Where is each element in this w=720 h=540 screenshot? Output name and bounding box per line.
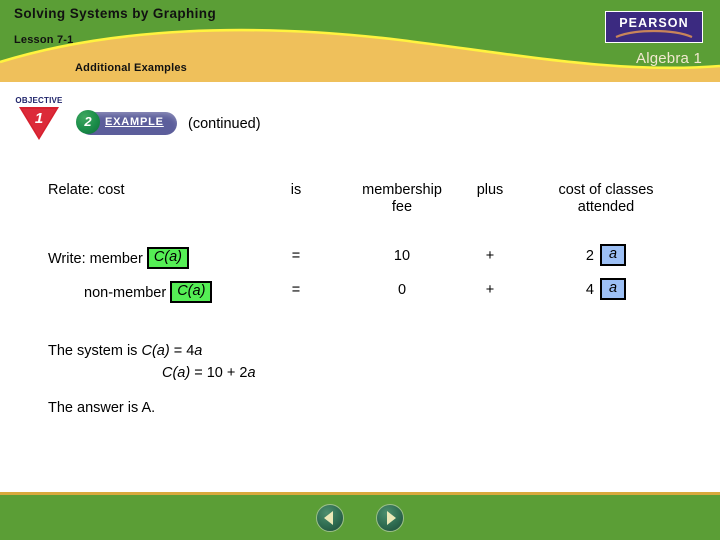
write-nonmember-variable-highlight: C(a) [170,281,213,303]
example-number-circle: 2 [76,110,100,134]
system-eq-2-rest: = 10 + 2 [190,365,248,382]
relate-membership-fee: membership fee [362,182,442,216]
system-eq-1-rest: = 4 [169,343,195,359]
example-label: EXAMPLE [105,116,164,128]
write-nonmember-equals: = [291,282,301,298]
write-member-fee-value: 10 [393,248,411,264]
relate-label: Relate: cost [48,182,125,198]
system-intro: The system is [48,343,142,359]
write-member-coefficient: 2 [585,247,594,264]
example-number: 2 [84,114,92,129]
write-member-label: Write: member C(a) [48,247,190,270]
triangle-right-icon [387,511,396,525]
write-member-operator: + [485,248,495,264]
system-equation-1: The system is C(a) = 4a [48,340,256,362]
system-eq-1-variable: a [194,343,203,359]
brand-subtitle: Algebra 1 [635,50,702,67]
lesson-number: Lesson 7-1 [14,34,74,46]
write-nonmember-fee-value: 0 [397,282,407,298]
section-subtitle: Additional Examples [75,62,187,74]
relate-plus: plus [476,182,504,198]
answer-statement: The answer is A. [48,400,156,416]
write-nonmember-operator: + [485,282,495,298]
system-summary: The system is C(a) = 4a C(a) = 10 + 2a [48,340,256,385]
write-nonmember-term: 4a [516,278,696,301]
page-title: Solving Systems by Graphing [14,6,217,21]
forward-button[interactable] [376,504,404,532]
system-eq-2-variable: a [247,365,256,382]
objective-badge: OBJECTIVE 1 [8,96,70,140]
slide-header: Solving Systems by Graphing Lesson 7-1 A… [0,0,720,82]
relate-cost-of-classes: cost of classes attended [558,182,654,216]
write-nonmember-row: non-member C(a) = 0 + 4a [0,278,720,322]
write-member-equals: = [291,248,301,264]
objective-number: 1 [34,110,44,127]
system-equation-2: C(a) = 10 + 2a [162,362,256,384]
pearson-wordmark: PEARSON [619,16,689,30]
system-eq-2-function: C(a) [162,365,191,382]
write-member-prefix: Write: member [48,250,143,267]
write-nonmember-coef-variable-highlight: a [600,278,627,300]
slide-content: Relate: cost is membership fee plus cost … [0,160,720,490]
write-member-term: 2a [516,244,696,267]
write-member-coef-variable-highlight: a [600,244,627,266]
triangle-left-icon [324,511,333,525]
write-member-variable-highlight: C(a) [146,247,190,269]
pearson-arc-icon [615,29,693,38]
system-eq-1-function: C(a) [141,343,170,359]
write-nonmember-prefix: non-member [84,284,167,301]
relate-is: is [290,182,302,198]
objective-label: OBJECTIVE [15,96,63,105]
back-button[interactable] [316,504,344,532]
write-nonmember-coefficient: 4 [585,281,594,298]
pearson-logo: PEARSON [605,11,703,43]
relate-row: Relate: cost is membership fee plus cost … [0,182,720,222]
slide-footer [0,492,720,540]
continued-label: (continued) [188,116,261,132]
write-nonmember-label: non-member C(a) [84,281,213,304]
